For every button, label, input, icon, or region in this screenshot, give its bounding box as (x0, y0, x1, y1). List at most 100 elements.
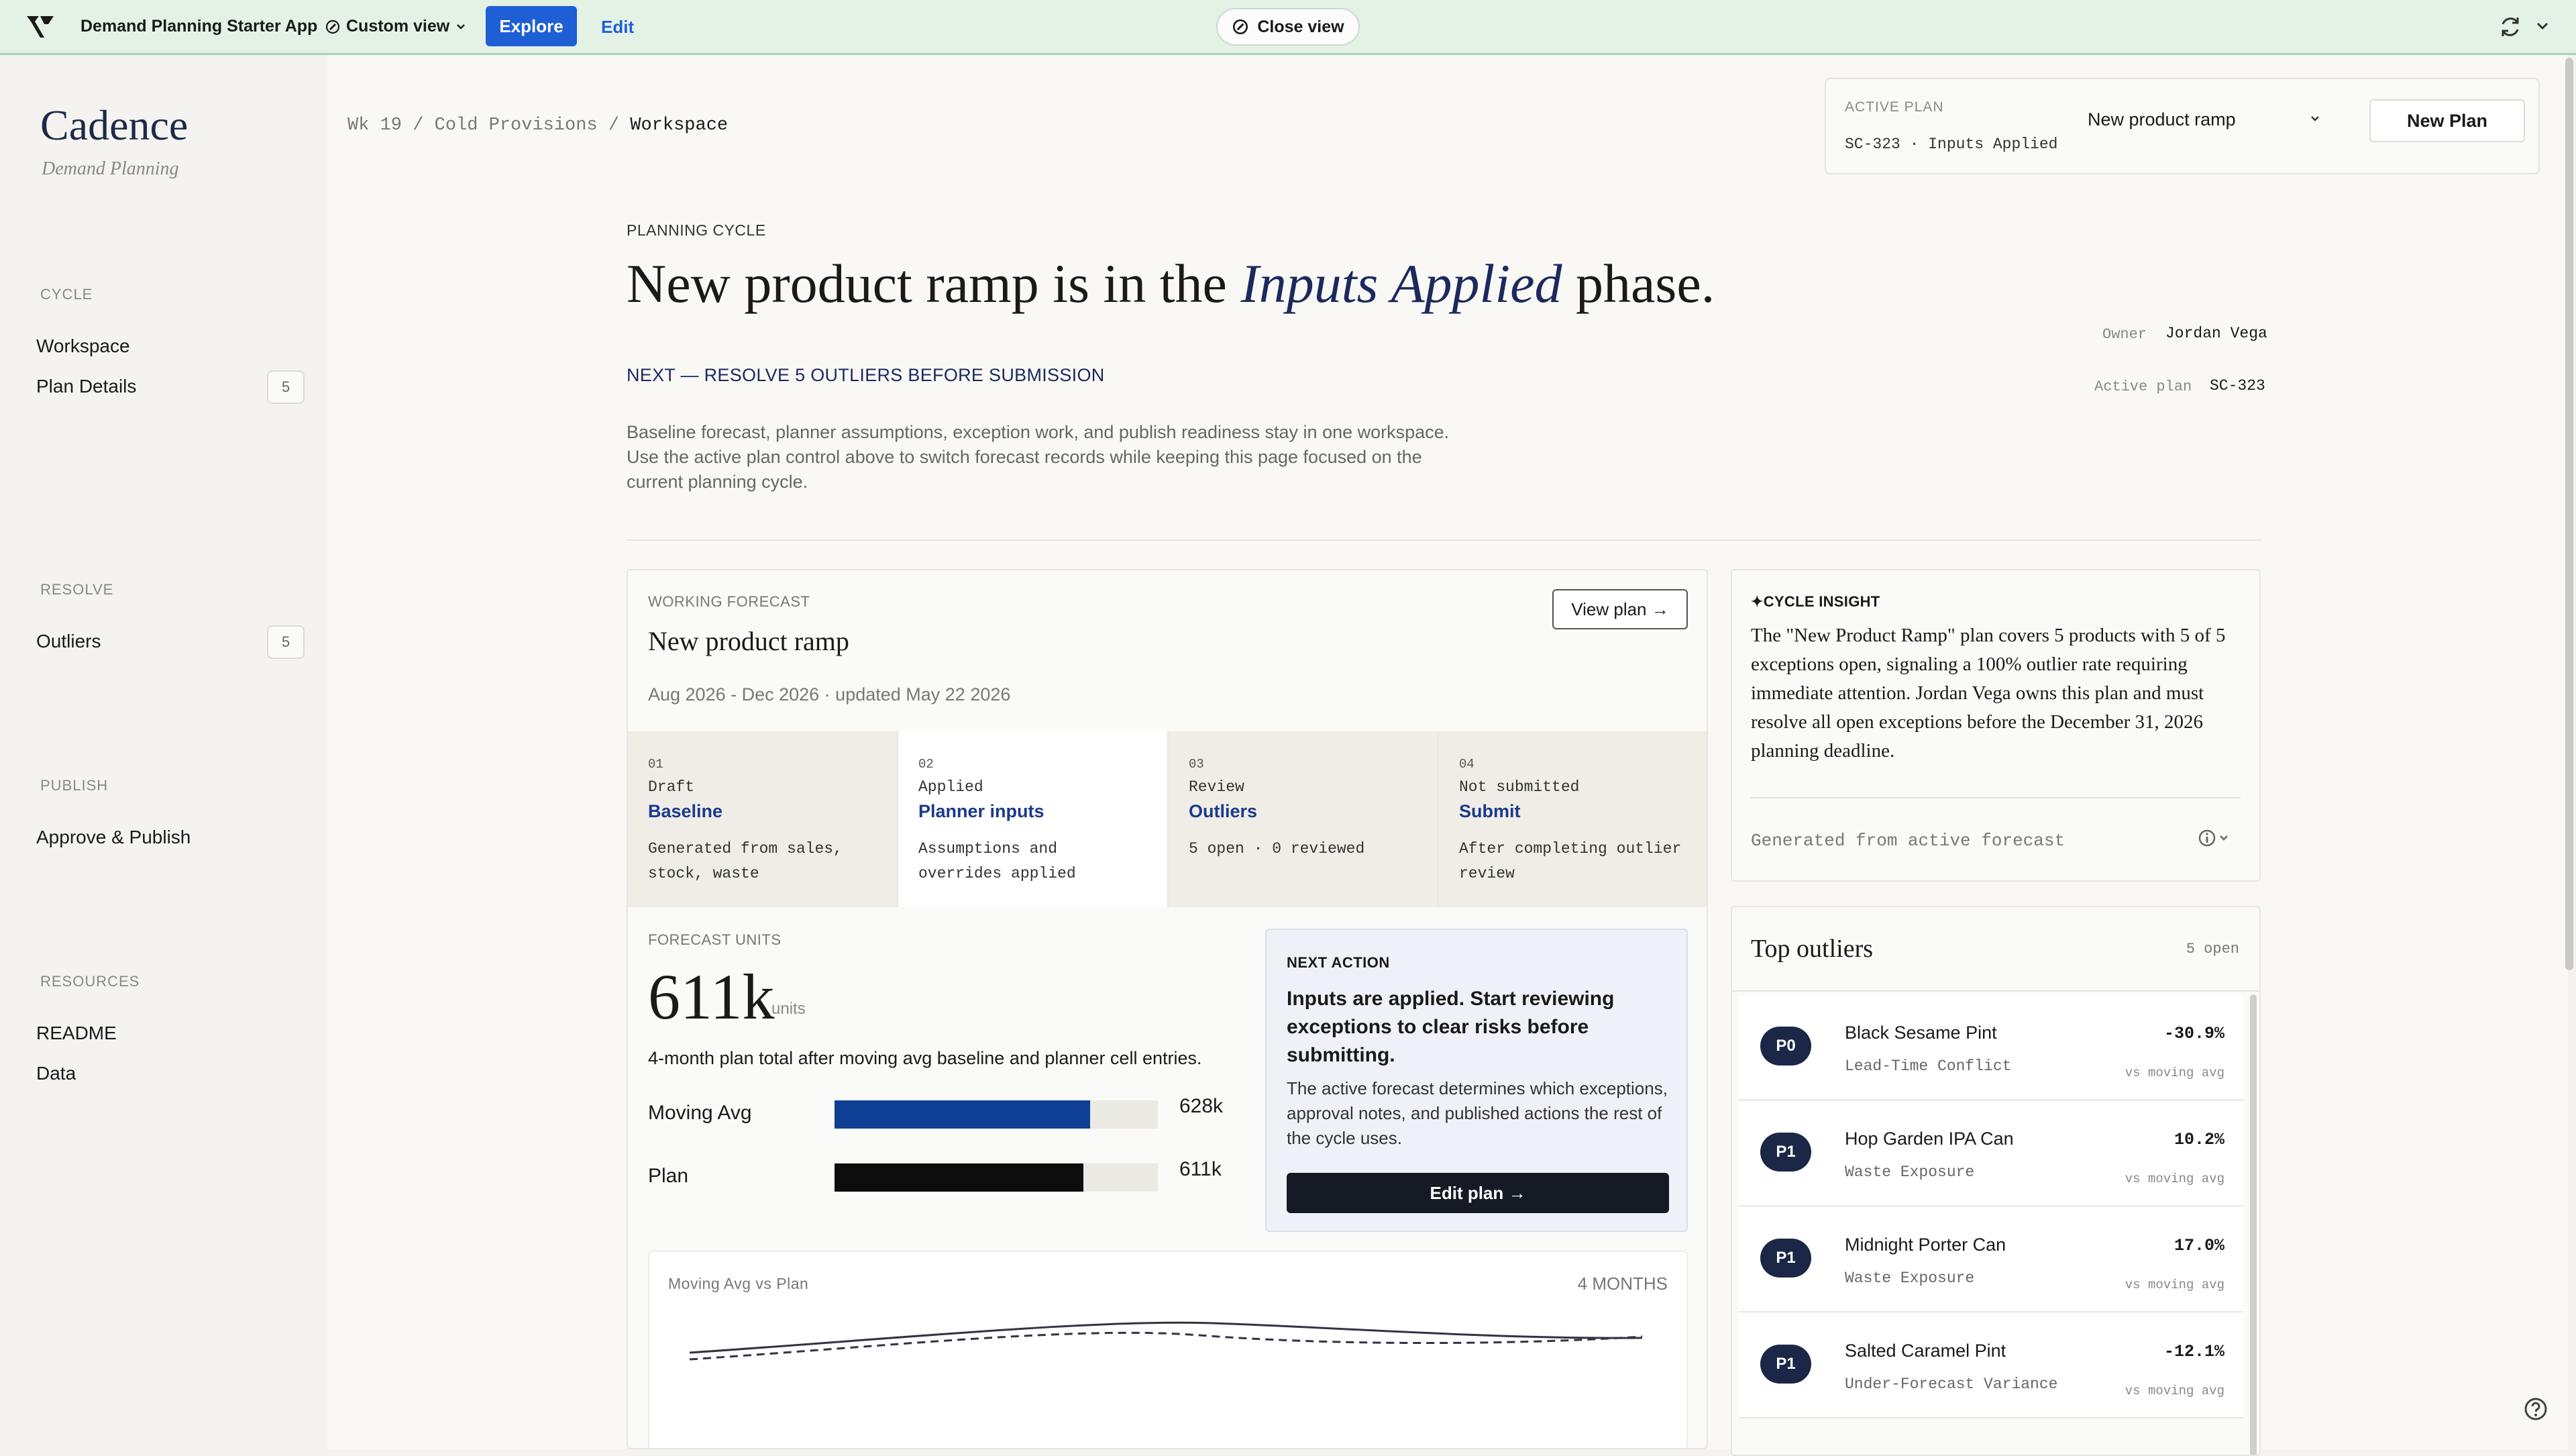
outlier-row[interactable]: P1 Salted Caramel Pint Under-Forecast Va… (1739, 1314, 2243, 1418)
custom-view-dropdown[interactable]: Custom view (325, 17, 467, 36)
close-view-icon (1233, 19, 1248, 35)
app-toolbar: Demand Planning Starter App Custom view … (0, 0, 2576, 55)
sidebar-item-data[interactable]: Data (36, 1055, 305, 1092)
step-number: 03 (1189, 757, 1204, 772)
sidebar-item-label: README (36, 1023, 117, 1043)
brand-subtitle: Demand Planning (42, 158, 179, 179)
page-description: Baseline forecast, planner assumptions, … (627, 422, 1450, 492)
step-baseline[interactable]: 01 Draft Baseline Generated from sales, … (628, 731, 898, 907)
count-badge: 5 (267, 370, 305, 404)
sidebar-item-approve-publish[interactable]: Approve & Publish (36, 819, 305, 856)
sidebar-item-outliers[interactable]: Outliers 5 (36, 623, 305, 660)
cycle-insight-text: The "New Product Ramp" plan covers 5 pro… (1751, 625, 2226, 762)
page-title: New product ramp is in the Inputs Applie… (627, 252, 1715, 315)
next-step-text: NEXT — RESOLVE 5 OUTLIERS BEFORE SUBMISS… (627, 365, 1105, 385)
planning-cycle-eyebrow: PLANNING CYCLE (627, 221, 766, 239)
active-plan-meta-label: Active plan (2094, 378, 2192, 395)
step-description: Assumptions and overrides applied (918, 840, 1076, 882)
outliers-scrollbar[interactable] (2250, 994, 2257, 1455)
step-name: Baseline (648, 801, 723, 821)
breadcrumb-provisions[interactable]: Cold Provisions (435, 115, 598, 136)
title-post: phase. (1562, 253, 1715, 314)
working-forecast-label: WORKING FORECAST (648, 593, 810, 610)
bar-fill-moving-avg (835, 1100, 1090, 1129)
new-plan-button[interactable]: New Plan (2369, 99, 2525, 142)
sidebar-item-workspace[interactable]: Workspace (36, 327, 305, 365)
info-icon[interactable] (2198, 828, 2233, 848)
outlier-row[interactable]: P0 Black Sesame Pint Lead-Time Conflict … (1739, 996, 2243, 1100)
breadcrumb-current: Workspace (630, 115, 729, 136)
bar-fill-plan (835, 1163, 1084, 1192)
divider (627, 539, 2261, 541)
step-status: Not submitted (1459, 778, 1580, 796)
refresh-icon[interactable] (2497, 13, 2524, 40)
owner-value: Jordan Vega (2165, 325, 2267, 342)
bar-label-plan: Plan (648, 1165, 689, 1187)
next-action-card: NEXT ACTION Inputs are applied. Start re… (1265, 929, 1688, 1232)
forecast-units-value: 611k (648, 961, 775, 1033)
page-scrollbar[interactable] (2565, 58, 2573, 970)
sidebar: Cadence Demand Planning CYCLE Workspace … (0, 55, 327, 1449)
line-chart-svg (690, 1321, 1642, 1361)
cycle-insight-label: ✦CYCLE INSIGHT (1751, 593, 1880, 610)
outlier-name: Black Sesame Pint (1845, 1023, 1997, 1043)
bar-label-moving-avg: Moving Avg (648, 1102, 752, 1124)
divider (1751, 797, 2241, 798)
outlier-variance-basis: vs moving avg (2125, 1172, 2224, 1186)
priority-badge: P1 (1760, 1239, 1811, 1278)
edit-button[interactable]: Edit (601, 17, 634, 38)
help-icon[interactable] (2522, 1396, 2549, 1422)
brand-name: Cadence (40, 101, 189, 149)
outlier-variance: -30.9% (2163, 1024, 2224, 1043)
section-label-resolve: RESOLVE (40, 581, 114, 598)
breadcrumb: Wk 19 / Cold Provisions / Workspace (347, 115, 728, 136)
breadcrumb-separator: / (413, 115, 424, 136)
moving-avg-vs-plan-chart: Moving Avg vs Plan 4 MONTHS (648, 1251, 1688, 1448)
edit-plan-button[interactable]: Edit plan → (1287, 1173, 1669, 1213)
priority-badge: P1 (1760, 1345, 1811, 1384)
divider (1732, 990, 2259, 992)
outlier-variance: 10.2% (2174, 1130, 2224, 1149)
close-view-label: Close view (1257, 17, 1344, 36)
next-action-body: The active forecast determines which exc… (1287, 1078, 1668, 1148)
outlier-variance: -12.1% (2163, 1342, 2224, 1361)
outlier-variance-basis: vs moving avg (2125, 1384, 2224, 1398)
priority-badge: P0 (1760, 1027, 1811, 1065)
sidebar-item-readme[interactable]: README (36, 1015, 305, 1052)
step-description: 5 open · 0 reviewed (1189, 840, 1365, 857)
step-submit[interactable]: 04 Not submitted Submit After completing… (1439, 731, 1707, 907)
step-name: Planner inputs (918, 801, 1044, 821)
active-plan-status: SC-323 · Inputs Applied (1845, 136, 2058, 153)
custom-view-icon (325, 19, 340, 34)
title-phase: Inputs Applied (1240, 253, 1562, 314)
view-plan-button[interactable]: View plan → (1552, 589, 1688, 629)
chevron-down-icon[interactable] (2534, 17, 2551, 34)
forecast-units-description: 4-month plan total after moving avg base… (648, 1048, 1202, 1068)
step-description: After completing outlier review (1459, 840, 1682, 882)
app-logo-icon[interactable] (25, 13, 55, 40)
outlier-row[interactable]: P1 Hop Garden IPA Can Waste Exposure 10.… (1739, 1102, 2243, 1206)
outlier-name: Midnight Porter Can (1845, 1235, 2006, 1255)
outlier-row[interactable]: P1 Midnight Porter Can Waste Exposure 17… (1739, 1208, 2243, 1312)
step-outliers[interactable]: 03 Review Outliers 5 open · 0 reviewed (1169, 731, 1439, 907)
sidebar-item-label: Approve & Publish (36, 827, 191, 847)
step-number: 04 (1459, 757, 1474, 772)
explore-button[interactable]: Explore (486, 6, 577, 46)
step-number: 01 (648, 757, 663, 772)
plan-select[interactable]: New product ramp (2078, 101, 2333, 138)
breadcrumb-wk[interactable]: Wk 19 (347, 115, 402, 136)
cycle-insight-card: ✦CYCLE INSIGHT The "New Product Ramp" pl… (1731, 569, 2261, 882)
active-plan-meta-value: SC-323 (2210, 377, 2265, 395)
outlier-reason: Under-Forecast Variance (1845, 1375, 2058, 1393)
top-outliers-card: Top outliers 5 open P0 Black Sesame Pint… (1731, 906, 2261, 1456)
step-description: Generated from sales, stock, waste (648, 840, 843, 882)
bar-value-plan: 611k (1179, 1158, 1222, 1180)
step-planner-inputs[interactable]: 02 Applied Planner inputs Assumptions an… (898, 731, 1169, 907)
top-outliers-count: 5 open (2186, 941, 2239, 957)
sidebar-item-plan-details[interactable]: Plan Details 5 (36, 368, 305, 405)
section-label-resources: RESOURCES (40, 973, 140, 990)
close-view-button[interactable]: Close view (1216, 8, 1360, 46)
title-pre: New product ramp is in the (627, 253, 1241, 314)
count-badge: 5 (267, 625, 305, 659)
breadcrumb-separator: / (608, 115, 620, 136)
